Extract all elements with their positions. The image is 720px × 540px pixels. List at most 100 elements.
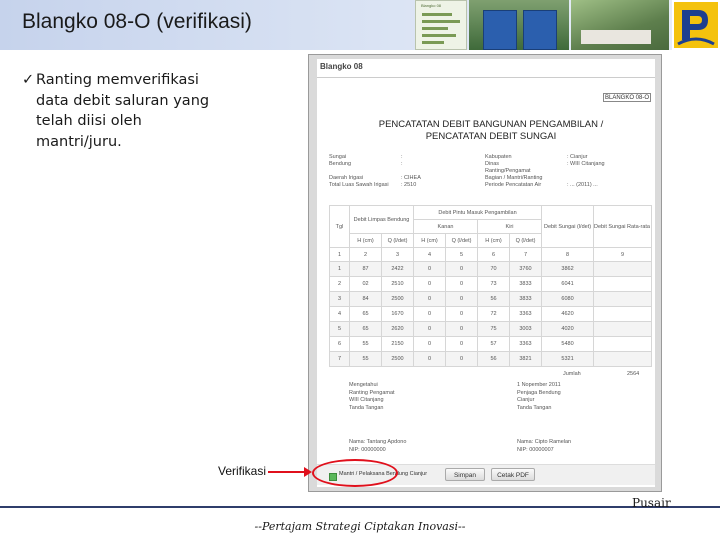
table-cell: 55 [349,351,382,367]
table-cell: 2500 [381,351,414,367]
table-cell: 0 [445,261,478,277]
table-cell: 6041 [541,276,595,292]
table-cell: 3833 [508,276,543,292]
table-cell [593,336,653,352]
table-cell: 5321 [541,351,595,367]
pu-ministry-logo-icon [672,0,720,50]
table-cell: 56 [477,351,510,367]
bullet-text: Ranting memverifikasi data debit saluran… [36,72,210,150]
print-pdf-button[interactable]: Cetak PDF [491,468,535,481]
info-right-values: : Cianjur: WIII Citanjang : ... (2011) .… [567,154,605,188]
total-value: 2564 [627,371,640,377]
table-cell: 65 [349,306,382,322]
table-cell: 1670 [381,306,414,322]
table-cell: 3833 [508,291,543,307]
table-cell [593,276,653,292]
table-cell: 2 [329,276,350,292]
table-cell: 2510 [381,276,414,292]
slide-header: Blangko 08-O (verifikasi) Blangko 08 [0,0,720,50]
footer-rule [0,506,720,508]
signature-left-name: Nama: Tantang Apdono NIP: 00000000 [349,439,407,453]
form-frame: Blangko 08 BLANGKO 08-O PENCATATAN DEBIT… [317,59,655,487]
table-cell: 2620 [381,321,414,337]
table-cell: 0 [445,321,478,337]
table-cell: 6080 [541,291,595,307]
table-cell: 55 [349,336,382,352]
col-kiri: Kiri [476,219,543,234]
table-cell: 3363 [508,336,543,352]
info-right-labels: Kabupaten Dinas Ranting/Pengamat Bagian / … [485,154,543,188]
footer-tagline: --Pertajam Strategi Ciptakan Inovasi-- [254,520,466,533]
table-cell: 0 [445,291,478,307]
form-screenshot: Blangko 08 BLANGKO 08-O PENCATATAN DEBIT… [308,54,662,492]
table-cell: 3821 [508,351,543,367]
table-row: 6 55 2150 0 0 57 3363 5480 [329,336,653,352]
table-cell: 0 [413,351,446,367]
table-cell [593,291,653,307]
total-label: Jumlah [563,371,581,377]
table-cell: 3003 [508,321,543,337]
table-cell [593,351,653,367]
table-row: 4 65 1670 0 0 72 3363 4620 [329,306,653,322]
col-sungai: Debit Sungai (l/det) [541,205,595,248]
table-cell [593,261,653,277]
table-cell: 70 [477,261,510,277]
sluice-gate-photo [469,0,569,50]
table-cell: 7 [329,351,350,367]
form-thumbnail: Blangko 08 [415,0,467,50]
table-cell: 0 [413,291,446,307]
table-cell: 2150 [381,336,414,352]
table-cell: 0 [413,321,446,337]
form-thumbnail-label: Blangko 08 [421,3,442,8]
table-cell: 2422 [381,261,414,277]
table-cell: 0 [445,336,478,352]
table-cell: 1 [329,261,350,277]
table-cell: 73 [477,276,510,292]
table-cell: 6 [329,336,350,352]
form-code-field[interactable]: BLANGKO 08-O [603,93,651,102]
canal-photo [571,0,669,50]
table-cell: 0 [413,276,446,292]
org-name: Pusair [632,496,671,510]
table-cell: 56 [477,291,510,307]
table-cell: 3862 [541,261,595,277]
table-cell: 0 [445,351,478,367]
table-cell: 0 [413,306,446,322]
table-cell: 3760 [508,261,543,277]
table-cell: 0 [445,276,478,292]
signature-right-name: Nama: Cipto Ramelan NIP: 00000007 [517,439,572,453]
table-cell: 57 [477,336,510,352]
table-cell: 65 [349,321,382,337]
table-cell: 5 [329,321,350,337]
callout-label: Verifikasi [218,464,267,478]
table-cell: 3 [329,291,350,307]
table-cell: 4620 [541,306,595,322]
table-row: 3 84 2500 0 0 56 3833 6080 [329,291,653,307]
checkmark-icon: ✓ [22,72,35,88]
form-title: Blangko 08 [320,62,363,71]
form-heading-line1: PENCATATAN DEBIT BANGUNAN PENGAMBILAN / [378,119,604,130]
table-cell: 0 [445,306,478,322]
table-cell: 3363 [508,306,543,322]
table-row: 1 87 2422 0 0 70 3760 3862 [329,261,653,277]
col-tgl: Tgl [329,205,350,248]
table-cell: 75 [477,321,510,337]
form-heading-line2: PENCATATAN DEBIT SUNGAI [425,131,557,142]
table-cell [593,321,653,337]
table-row: 7 55 2500 0 0 56 3821 5321 [329,351,653,367]
signature-right: 1 Nopember 2011 Penjaga Bendung Cianjur Ta… [517,382,561,411]
table-cell: 84 [349,291,382,307]
table-cell: 0 [413,336,446,352]
table-cell: 5480 [541,336,595,352]
table-row: 5 65 2620 0 0 75 3003 4020 [329,321,653,337]
table-cell: 4020 [541,321,595,337]
save-button[interactable]: Simpan [445,468,485,481]
table-cell: 72 [477,306,510,322]
table-row: 2 02 2510 0 0 73 3833 6041 [329,276,653,292]
table-cell: 0 [413,261,446,277]
col-kanan: Kanan [413,219,478,234]
debit-table: Tgl Debit Limpas Bendung Debit Pintu Mas… [329,205,653,367]
table-cell: 02 [349,276,382,292]
col-rerata: Debit Sungai Rata-rata (l/det) [593,205,653,248]
col-limpas: Debit Limpas Bendung [349,205,414,234]
